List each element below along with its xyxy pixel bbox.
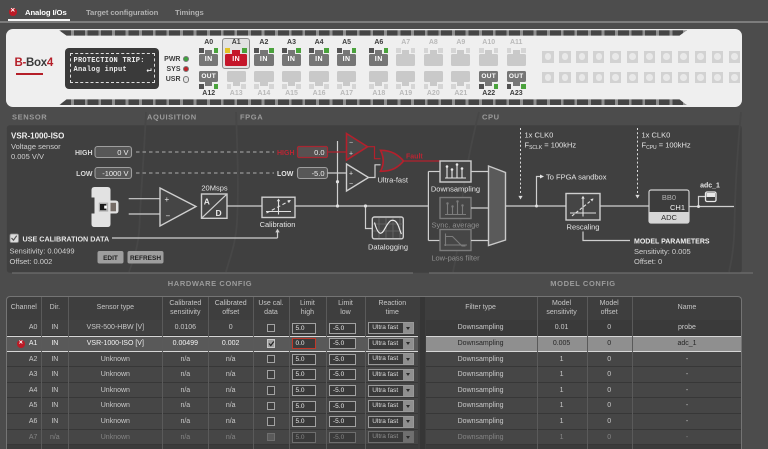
svg-text:AQUISITION: AQUISITION <box>147 113 197 122</box>
svg-text:0.005 V/V: 0.005 V/V <box>11 152 44 161</box>
svg-text:Sensitivity: 0.00499: Sensitivity: 0.00499 <box>10 247 75 256</box>
svg-text:1x CLK0: 1x CLK0 <box>642 131 671 140</box>
svg-text:Offset: 0: Offset: 0 <box>634 257 662 266</box>
svg-text:HARDWARE CONFIG: HARDWARE CONFIG <box>168 279 252 288</box>
svg-text:HIGH: HIGH <box>277 150 295 157</box>
svg-text:USE CALIBRATION DATA: USE CALIBRATION DATA <box>23 235 110 244</box>
svg-text:LOW: LOW <box>76 171 93 178</box>
svg-text:Voltage sensor: Voltage sensor <box>11 142 61 151</box>
svg-text:Datalogging: Datalogging <box>368 243 408 252</box>
svg-text:LOW: LOW <box>277 171 294 178</box>
svg-text:ADC: ADC <box>661 213 677 222</box>
svg-text:Rescaling: Rescaling <box>567 223 600 232</box>
svg-text:+: + <box>349 151 353 158</box>
svg-text:+: + <box>165 195 170 204</box>
svg-text:To FPGA sandbox: To FPGA sandbox <box>546 173 607 182</box>
svg-text:20Msps: 20Msps <box>201 183 228 192</box>
svg-text:HIGH: HIGH <box>75 150 93 157</box>
svg-text:Ultra-fast: Ultra-fast <box>378 176 409 185</box>
svg-text:A: A <box>204 197 210 207</box>
svg-text:−: − <box>349 181 353 188</box>
svg-text:SENSOR: SENSOR <box>12 113 47 122</box>
svg-text:CPU: CPU <box>482 113 500 122</box>
svg-text:Fault: Fault <box>406 154 423 161</box>
svg-text:VSR-1000-ISO: VSR-1000-ISO <box>11 132 64 141</box>
svg-text:Sync. average: Sync. average <box>432 221 480 230</box>
svg-text:Offset: 0.002: Offset: 0.002 <box>10 257 53 266</box>
svg-text:0.0: 0.0 <box>314 148 324 157</box>
svg-text:Sensitivity: 0.005: Sensitivity: 0.005 <box>634 247 691 256</box>
svg-text:Low-pass filter: Low-pass filter <box>431 254 480 263</box>
svg-text:+: + <box>349 171 353 178</box>
svg-text:−: − <box>349 140 353 147</box>
svg-text:D: D <box>216 208 222 218</box>
svg-text:Downsampling: Downsampling <box>431 185 480 194</box>
svg-text:FPGA: FPGA <box>240 113 263 122</box>
svg-text:REFRESH: REFRESH <box>130 255 161 262</box>
svg-text:adc_1: adc_1 <box>700 183 720 190</box>
svg-text:−: − <box>166 212 171 221</box>
svg-text:Calibration: Calibration <box>260 220 296 229</box>
svg-text:-1000 V: -1000 V <box>102 169 128 178</box>
svg-text:MODEL CONFIG: MODEL CONFIG <box>550 279 615 288</box>
svg-text:MODEL PARAMETERS: MODEL PARAMETERS <box>634 239 710 246</box>
svg-text:1x CLK0: 1x CLK0 <box>525 131 554 140</box>
svg-text:CH1: CH1 <box>670 203 685 212</box>
svg-text:EDIT: EDIT <box>103 255 118 262</box>
svg-text:-5.0: -5.0 <box>312 169 325 178</box>
svg-text:BB0: BB0 <box>662 193 676 202</box>
svg-text:0 V: 0 V <box>117 148 128 157</box>
